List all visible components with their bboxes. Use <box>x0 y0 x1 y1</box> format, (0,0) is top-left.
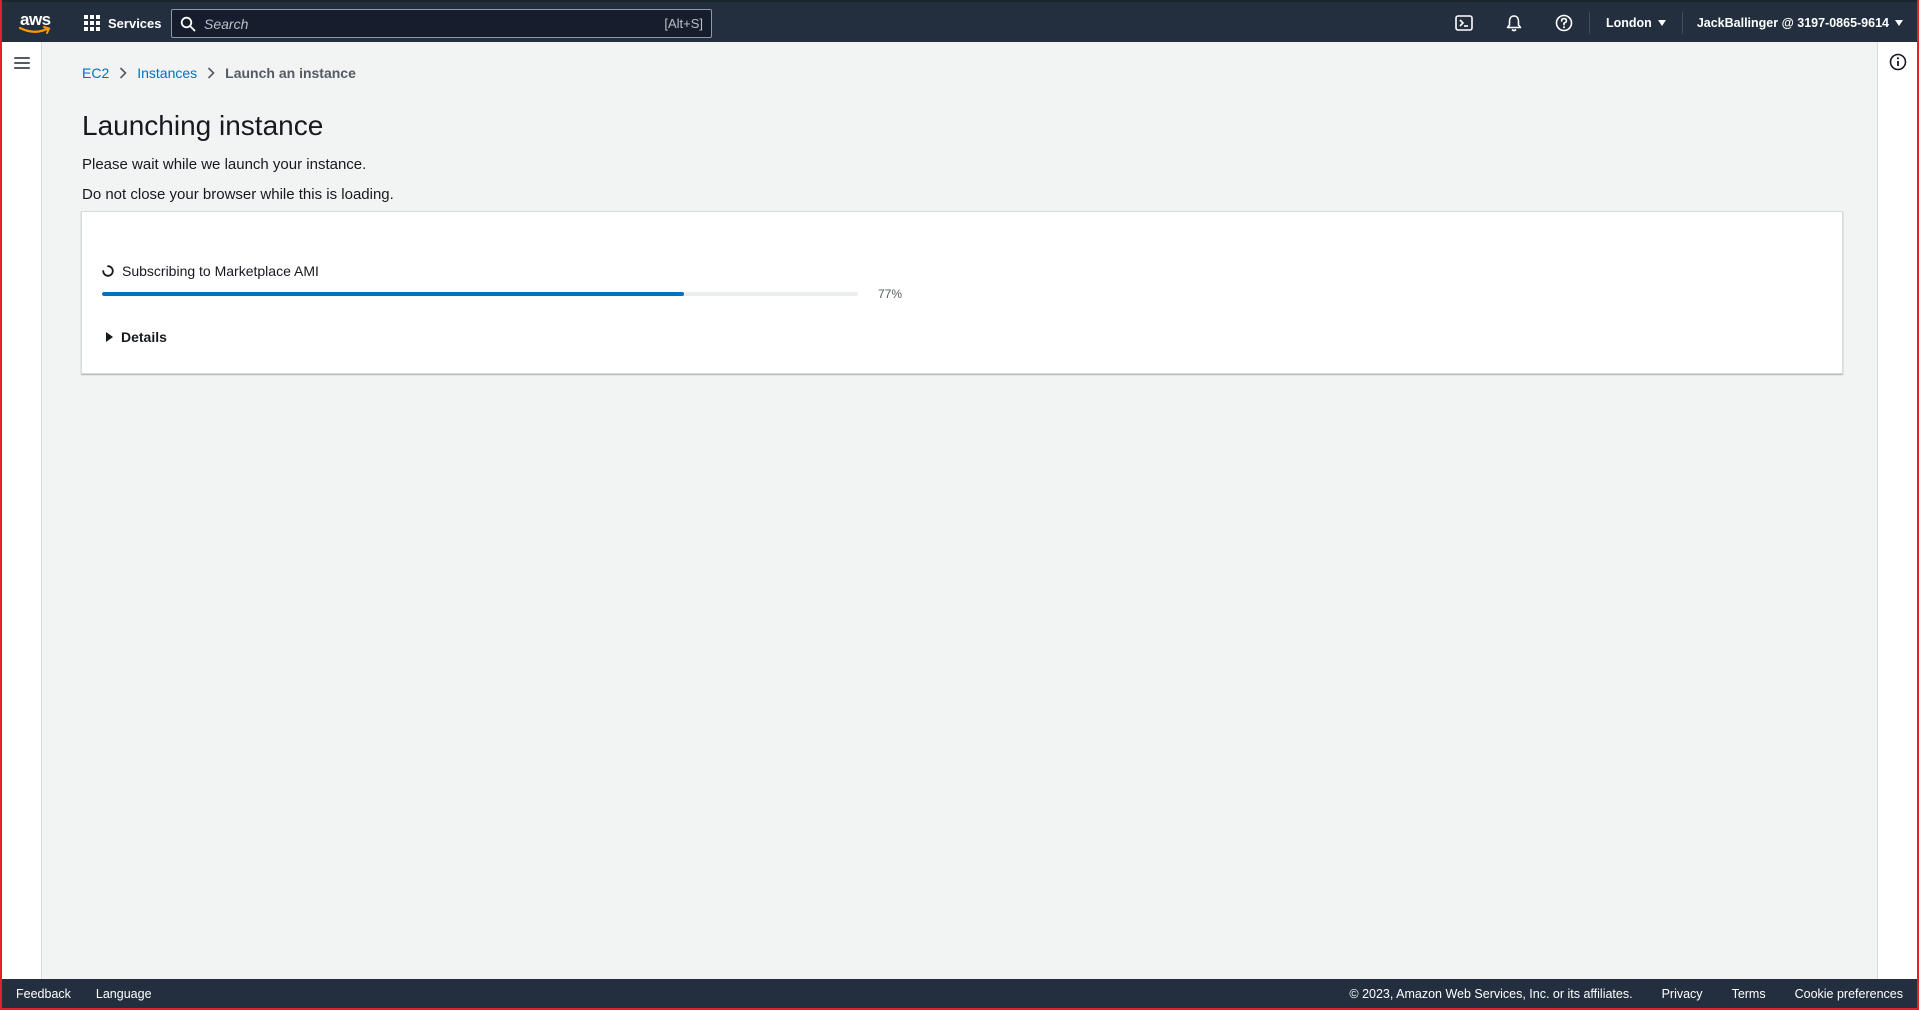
search-box[interactable]: [Alt+S] <box>171 9 712 38</box>
side-nav-collapsed <box>2 42 42 979</box>
region-label: London <box>1605 16 1652 30</box>
privacy-link[interactable]: Privacy <box>1662 987 1703 1001</box>
services-label: Services <box>108 15 162 31</box>
help-button[interactable] <box>1539 2 1589 44</box>
terms-link[interactable]: Terms <box>1732 987 1766 1001</box>
caret-down-icon <box>1657 20 1666 26</box>
notifications-button[interactable] <box>1489 2 1539 44</box>
services-menu-button[interactable]: Services <box>84 2 162 44</box>
services-grid-icon <box>84 15 100 31</box>
search-input[interactable] <box>204 15 665 32</box>
account-label: JackBallinger @ 3197-0865-9614 <box>1696 16 1889 30</box>
breadcrumb-instances[interactable]: Instances <box>137 65 197 81</box>
page-description-warning: Do not close your browser while this is … <box>82 186 394 203</box>
aws-smile-icon <box>18 26 51 34</box>
region-selector[interactable]: London <box>1590 2 1682 44</box>
progress-status-text: Subscribing to Marketplace AMI <box>122 263 319 279</box>
progress-status: Subscribing to Marketplace AMI <box>102 263 319 279</box>
search-icon <box>180 16 196 32</box>
details-label: Details <box>121 329 167 345</box>
loading-spinner-icon <box>102 265 114 277</box>
progress-bar-fill <box>102 292 685 296</box>
breadcrumb: EC2 Instances Launch an instance <box>82 65 356 81</box>
page-title: Launching instance <box>82 110 324 141</box>
app-frame: aws Services [Alt+S] <box>0 0 1919 1010</box>
language-link[interactable]: Language <box>96 987 152 1001</box>
aws-logo[interactable]: aws <box>18 9 54 35</box>
account-menu[interactable]: JackBallinger @ 3197-0865-9614 <box>1683 2 1917 44</box>
progress-bar <box>102 292 858 296</box>
top-nav: aws Services [Alt+S] <box>2 0 1917 42</box>
launch-progress-panel: Subscribing to Marketplace AMI 77% Detai… <box>81 211 1843 374</box>
copyright-text: © 2023, Amazon Web Services, Inc. or its… <box>1349 986 1633 1001</box>
search-shortcut-hint: [Alt+S] <box>664 16 703 31</box>
cookie-preferences-link[interactable]: Cookie preferences <box>1795 987 1903 1001</box>
breadcrumb-ec2[interactable]: EC2 <box>82 65 109 81</box>
feedback-link[interactable]: Feedback <box>16 987 71 1001</box>
breadcrumb-current: Launch an instance <box>225 65 356 81</box>
cloudshell-icon <box>1455 15 1473 31</box>
info-button[interactable] <box>1889 53 1907 76</box>
details-expander[interactable]: Details <box>106 329 167 345</box>
chevron-right-icon <box>208 67 215 79</box>
main-content: EC2 Instances Launch an instance Launchi… <box>42 42 1880 979</box>
menu-icon[interactable] <box>14 57 30 72</box>
chevron-right-icon <box>120 67 127 79</box>
nav-right-group: London JackBallinger @ 3197-0865-9614 <box>1439 2 1917 44</box>
caret-right-icon <box>106 332 113 342</box>
help-icon <box>1555 14 1573 32</box>
cloudshell-button[interactable] <box>1439 2 1489 44</box>
caret-down-icon <box>1895 20 1903 26</box>
footer: Feedback Language © 2023, Amazon Web Ser… <box>2 979 1917 1008</box>
page-description-wait: Please wait while we launch your instanc… <box>82 156 367 173</box>
bell-icon <box>1506 15 1522 32</box>
progress-percent: 77% <box>878 287 903 301</box>
info-icon <box>1889 53 1907 71</box>
tools-panel-collapsed <box>1877 42 1917 979</box>
